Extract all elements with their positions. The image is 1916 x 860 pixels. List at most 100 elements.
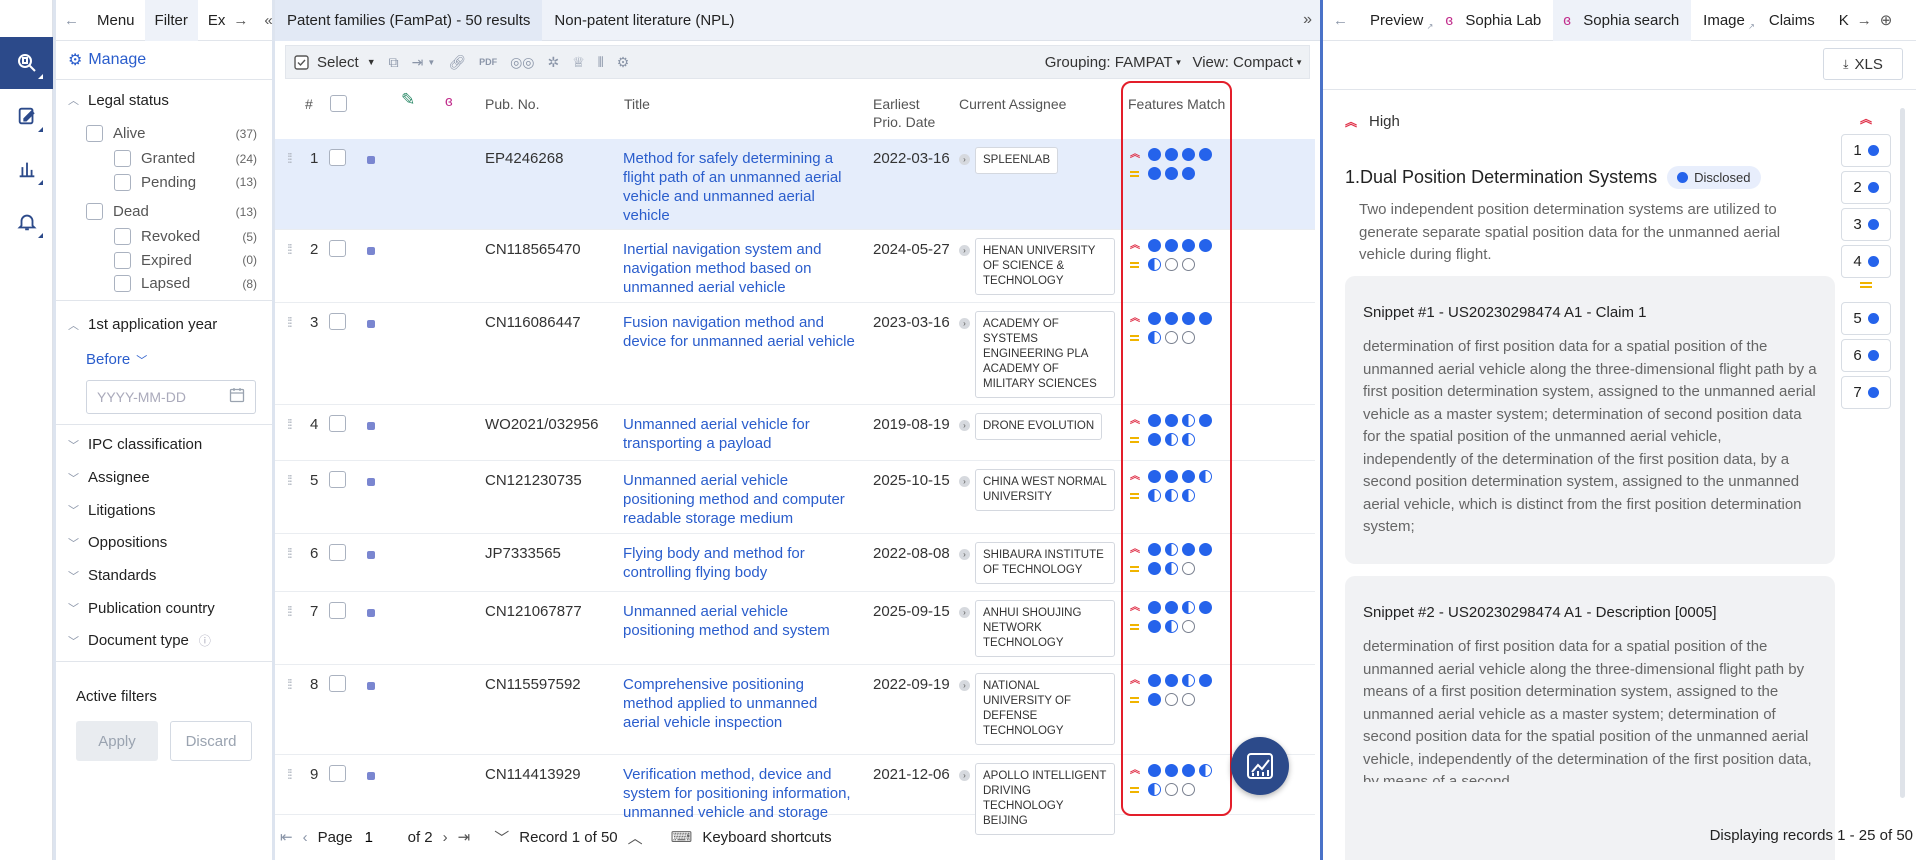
patent-title-link[interactable]: Inertial navigation system and navigatio… <box>623 240 855 297</box>
select-dropdown[interactable]: Select <box>317 54 359 71</box>
analytics-fab[interactable] <box>1231 737 1289 795</box>
expand-icon[interactable]: › <box>959 476 970 487</box>
tab-filter[interactable]: Filter <box>144 0 198 41</box>
relevance-high-group[interactable]: ︽ High <box>1345 113 1400 130</box>
forward-arrow-icon[interactable]: → <box>225 12 256 29</box>
tab-claims[interactable]: Claims <box>1757 0 1827 41</box>
pub-number[interactable]: CN115597592 <box>485 675 581 694</box>
assignee-tag[interactable]: CHINA WEST NORMAL UNIVERSITY <box>975 469 1115 511</box>
copy-icon[interactable]: ⧉ <box>389 54 399 71</box>
caret-down-icon[interactable]: ▼ <box>427 58 435 67</box>
drag-handle-icon[interactable]: ⁞⁞ <box>287 471 293 490</box>
annotation-icon[interactable]: ✎ <box>401 91 415 109</box>
feature-number-button[interactable]: 4 <box>1841 245 1891 278</box>
expand-icon[interactable]: › <box>959 680 970 691</box>
caret-down-icon[interactable]: ▼ <box>367 57 376 67</box>
filter-section[interactable]: ﹀ Publication country <box>56 592 272 625</box>
drag-handle-icon[interactable]: ⁞⁞ <box>287 313 293 332</box>
pub-number[interactable]: CN121067877 <box>485 602 582 621</box>
xls-export-button[interactable]: ⤓ XLS <box>1823 48 1903 80</box>
row-checkbox[interactable] <box>329 240 346 257</box>
pub-number[interactable]: EP4246268 <box>485 149 563 168</box>
pub-number[interactable]: CN116086447 <box>485 313 581 332</box>
export-icon[interactable]: ⇥ <box>412 54 424 71</box>
assignee-tag[interactable]: ANHUI SHOUJING NETWORK TECHNOLOGY <box>975 600 1115 657</box>
feature-number-button[interactable]: 2 <box>1841 171 1891 204</box>
legal-status-option[interactable]: Granted (24) <box>56 147 272 171</box>
col-date[interactable]: Earliest Prio. Date <box>873 95 943 131</box>
feature-number-button[interactable]: 3 <box>1841 208 1891 241</box>
row-checkbox[interactable] <box>329 765 346 782</box>
row-checkbox[interactable] <box>329 675 346 692</box>
col-pub[interactable]: Pub. No. <box>485 95 539 113</box>
row-checkbox[interactable] <box>329 544 346 561</box>
legal-status-option[interactable]: Dead (13) <box>56 198 272 225</box>
col-title[interactable]: Title <box>624 95 650 113</box>
manage-link[interactable]: ⚙ Manage <box>56 41 272 80</box>
tab-sophia-search[interactable]: ɞ Sophia search <box>1553 0 1692 41</box>
expand-icon[interactable]: › <box>959 607 970 618</box>
patent-search-icon[interactable] <box>0 37 53 89</box>
next-page-icon[interactable]: › <box>443 829 448 846</box>
patent-title-link[interactable]: Verification method, device and system f… <box>623 765 855 822</box>
prev-page-icon[interactable]: ‹ <box>303 829 308 846</box>
feature-number-button[interactable]: 5 <box>1841 302 1891 335</box>
apply-button[interactable]: Apply <box>76 721 158 762</box>
patent-title-link[interactable]: Unmanned aerial vehicle positioning meth… <box>623 602 855 640</box>
back-arrow-icon[interactable]: ← <box>56 12 87 29</box>
drag-handle-icon[interactable]: ⁞⁞ <box>287 149 293 168</box>
filter-section[interactable]: ﹀ Assignee <box>56 461 272 494</box>
expand-icon[interactable]: › <box>959 770 970 781</box>
bell-icon[interactable] <box>0 196 53 248</box>
drag-handle-icon[interactable]: ⁞⁞ <box>287 765 293 784</box>
checkbox[interactable] <box>114 150 131 168</box>
grouping-dropdown[interactable]: Grouping: FAMPAT <box>1045 54 1173 71</box>
expand-panel-icon[interactable]: » <box>1303 11 1320 29</box>
assignee-tag[interactable]: ACADEMY OF SYSTEMS ENGINEERING PLA ACADE… <box>975 311 1115 398</box>
checkbox[interactable] <box>114 228 131 246</box>
scrollbar[interactable] <box>1900 108 1905 798</box>
view-dropdown[interactable]: View: Compact <box>1192 54 1293 71</box>
pub-number[interactable]: CN118565470 <box>485 240 581 259</box>
legal-status-option[interactable]: Expired (0) <box>56 249 272 273</box>
expand-icon[interactable]: › <box>959 549 970 560</box>
pdf-icon[interactable]: PDF <box>479 57 497 67</box>
legal-status-option[interactable]: Lapsed (8) <box>56 272 272 296</box>
expand-icon[interactable]: › <box>959 154 970 165</box>
before-dropdown[interactable]: Before ﹀ <box>56 345 272 375</box>
snippet-card[interactable]: Snippet #2 - US20230298474 A1 - Descript… <box>1345 576 1835 860</box>
network-icon[interactable]: ✲ <box>548 54 560 71</box>
last-page-icon[interactable]: ⇥ <box>458 828 471 846</box>
page-input[interactable] <box>362 825 398 849</box>
tab-image[interactable]: Image ↗ <box>1691 0 1757 41</box>
sophia-logo-icon[interactable]: ɞ <box>445 93 453 111</box>
bar-chart-icon[interactable] <box>0 143 53 195</box>
select-all-checkbox-icon[interactable] <box>294 54 309 70</box>
row-checkbox[interactable] <box>329 149 346 166</box>
chevron-down-icon[interactable]: ﹀ <box>494 827 509 848</box>
checkbox[interactable] <box>114 275 131 293</box>
pub-number[interactable]: CN114413929 <box>485 765 581 784</box>
col-assignee[interactable]: Current Assignee <box>959 95 1066 113</box>
discard-button[interactable]: Discard <box>170 721 252 762</box>
legal-status-option[interactable]: Alive (37) <box>56 120 272 147</box>
date-field[interactable]: YYYY-MM-DD <box>86 379 256 414</box>
filter-section[interactable]: ﹀ Litigations <box>56 494 272 527</box>
pub-number[interactable]: JP7333565 <box>485 544 561 563</box>
legal-status-option[interactable]: Revoked (5) <box>56 225 272 249</box>
filter-section[interactable]: ﹀ Oppositions <box>56 527 272 560</box>
patent-title-link[interactable]: Comprehensive positioning method applied… <box>623 675 855 732</box>
drag-handle-icon[interactable]: ⁞⁞ <box>287 415 293 434</box>
tab-npl[interactable]: Non-patent literature (NPL) <box>542 0 746 41</box>
assignee-tag[interactable]: HENAN UNIVERSITY OF SCIENCE & TECHNOLOGY <box>975 238 1115 295</box>
row-checkbox[interactable] <box>329 415 346 432</box>
header-checkbox[interactable] <box>330 95 347 112</box>
checkbox[interactable] <box>86 125 103 142</box>
pub-number[interactable]: WO2021/032956 <box>485 415 598 434</box>
keyboard-shortcuts-link[interactable]: Keyboard shortcuts <box>702 829 831 846</box>
calendar-icon[interactable] <box>229 387 245 406</box>
patent-title-link[interactable]: Unmanned aerial vehicle for transporting… <box>623 415 855 453</box>
drag-handle-icon[interactable]: ⁞⁞ <box>287 544 293 563</box>
checkbox[interactable] <box>86 203 103 220</box>
pub-number[interactable]: CN121230735 <box>485 471 582 490</box>
